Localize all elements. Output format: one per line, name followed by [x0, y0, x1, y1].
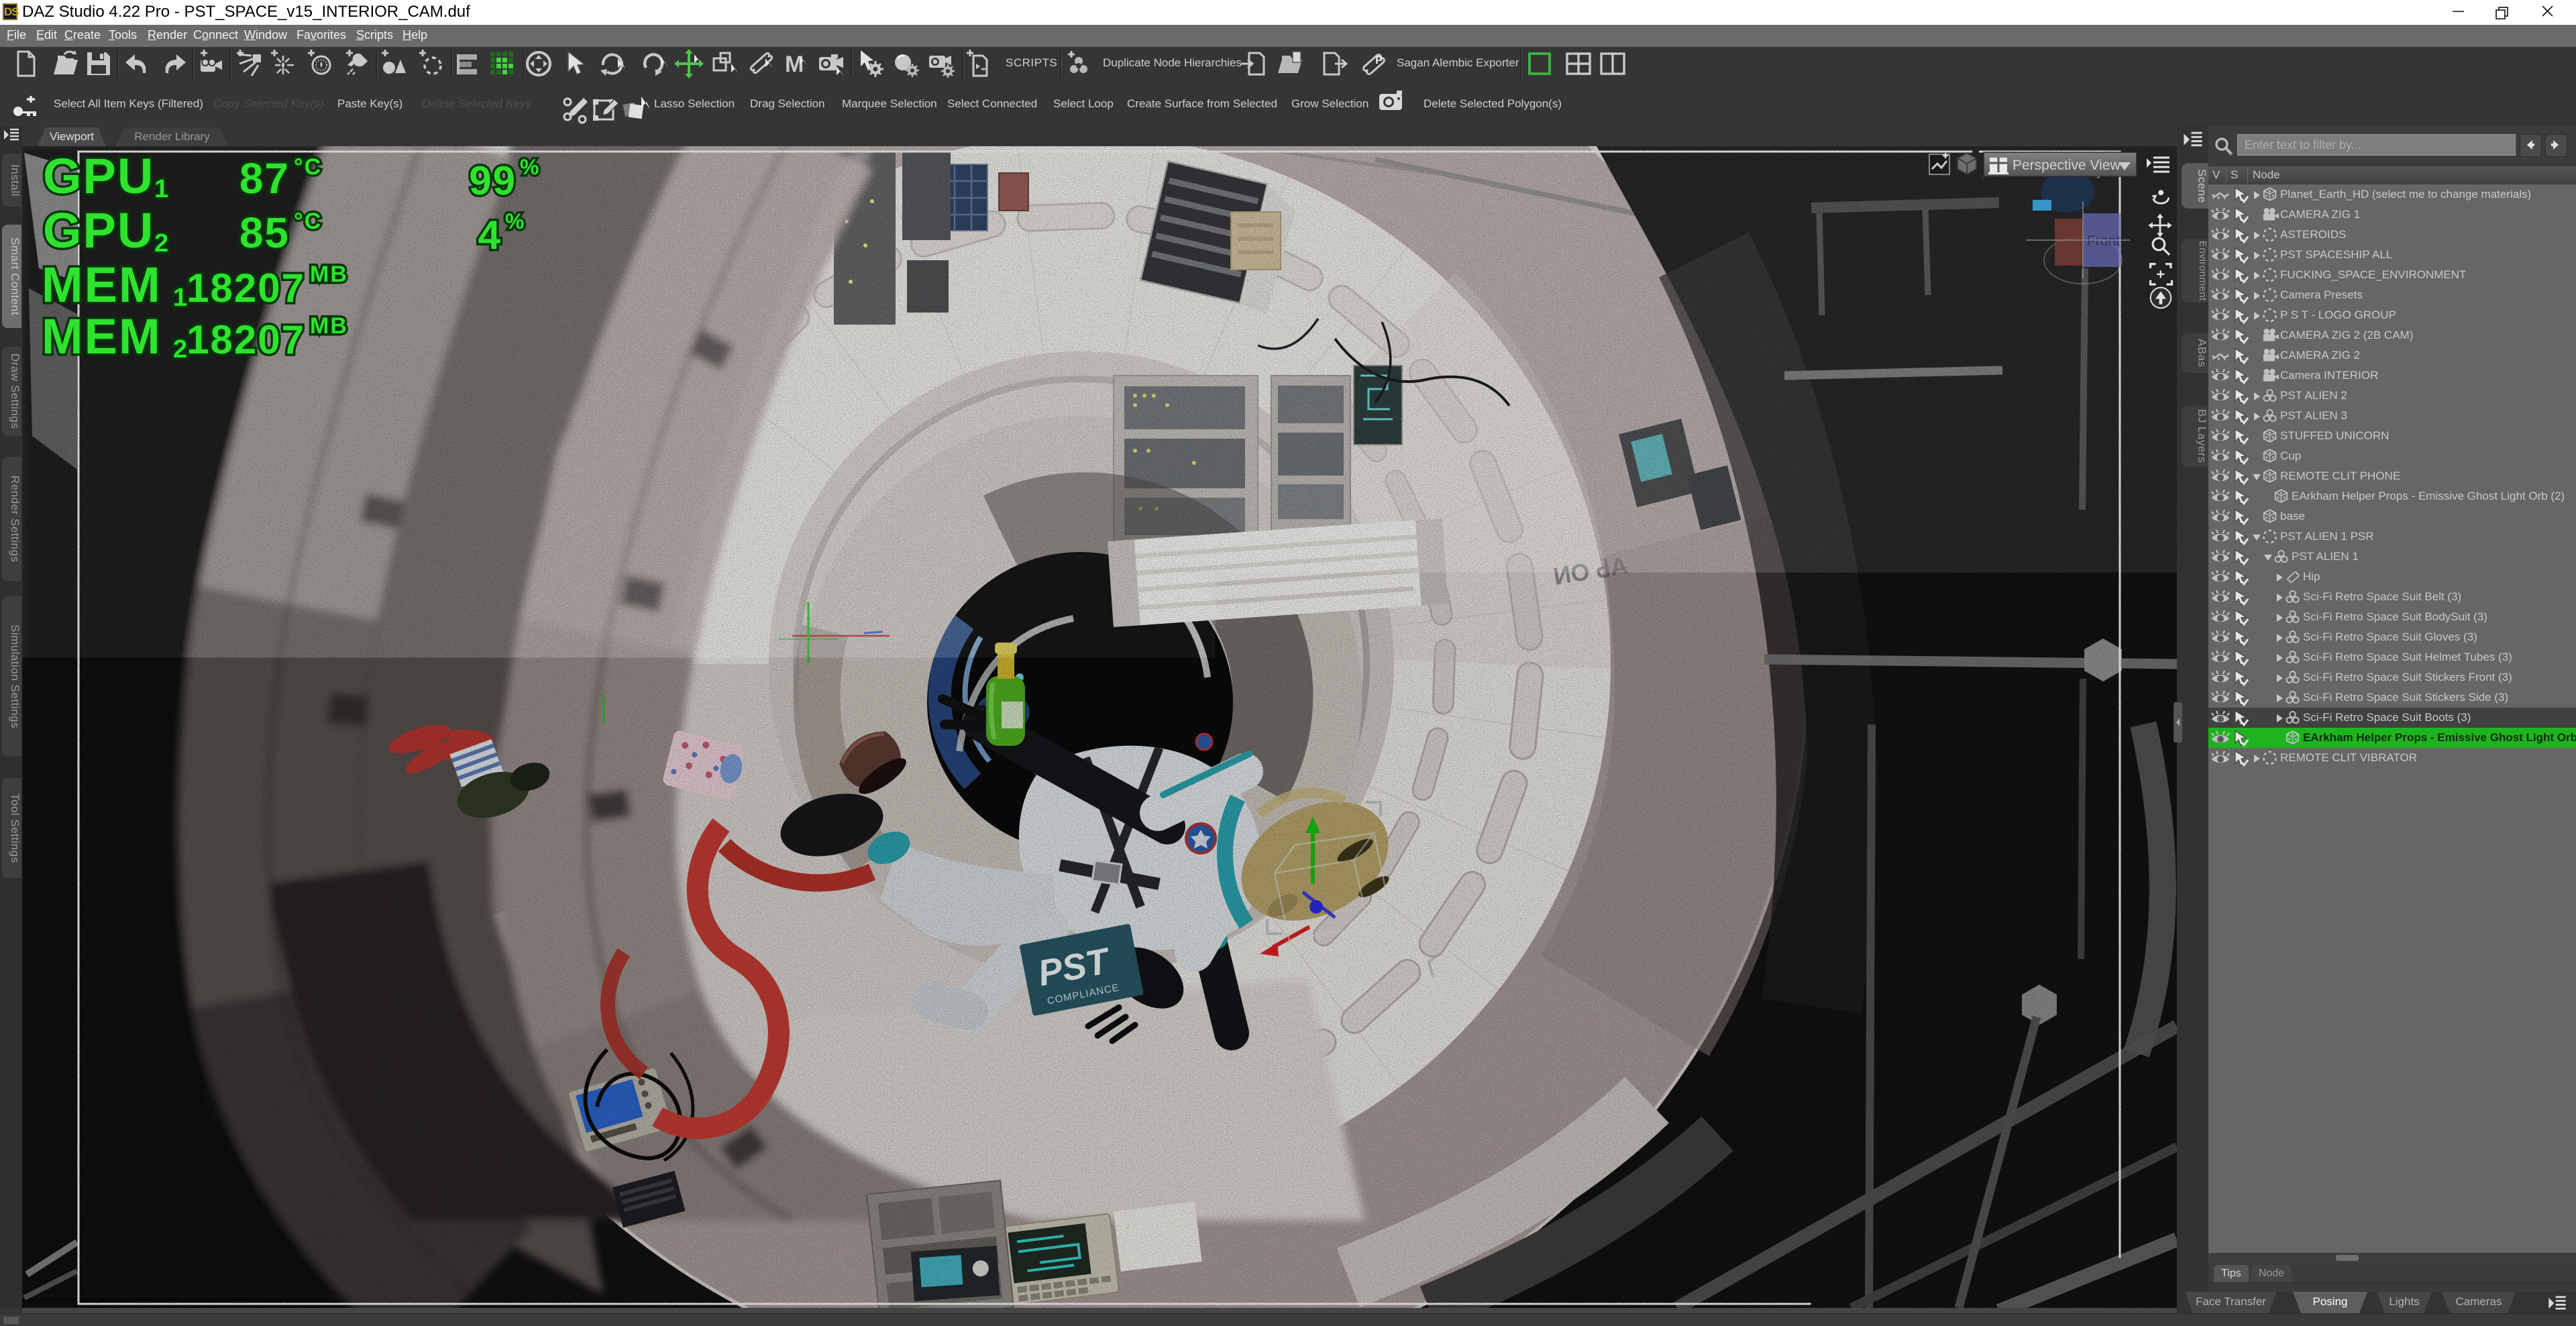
svg-text:2: 2: [154, 229, 170, 258]
svg-text:MEM: MEM: [42, 309, 162, 364]
svg-text:%: %: [505, 209, 525, 233]
svg-text:GPU: GPU: [43, 203, 154, 258]
svg-text:85: 85: [239, 209, 290, 257]
svg-text:87: 87: [239, 154, 290, 203]
svg-text:MB: MB: [310, 262, 348, 287]
svg-text:Front: Front: [2087, 233, 2120, 249]
svg-text:°C: °C: [294, 154, 322, 180]
svg-text:%: %: [520, 155, 540, 179]
svg-text:MB: MB: [310, 313, 348, 339]
svg-text:18207: 18207: [186, 266, 305, 311]
svg-text:99: 99: [469, 158, 517, 203]
svg-text:°C: °C: [294, 209, 322, 234]
svg-text:GPU: GPU: [43, 148, 154, 204]
svg-text:MEM: MEM: [42, 257, 162, 313]
svg-text:Perspective View: Perspective View: [2012, 158, 2121, 173]
svg-text:4: 4: [478, 213, 502, 258]
svg-text:M: M: [785, 52, 804, 77]
svg-text:1: 1: [154, 175, 170, 203]
svg-text:P: P: [1375, 54, 1383, 66]
svg-text:18207: 18207: [186, 317, 305, 362]
